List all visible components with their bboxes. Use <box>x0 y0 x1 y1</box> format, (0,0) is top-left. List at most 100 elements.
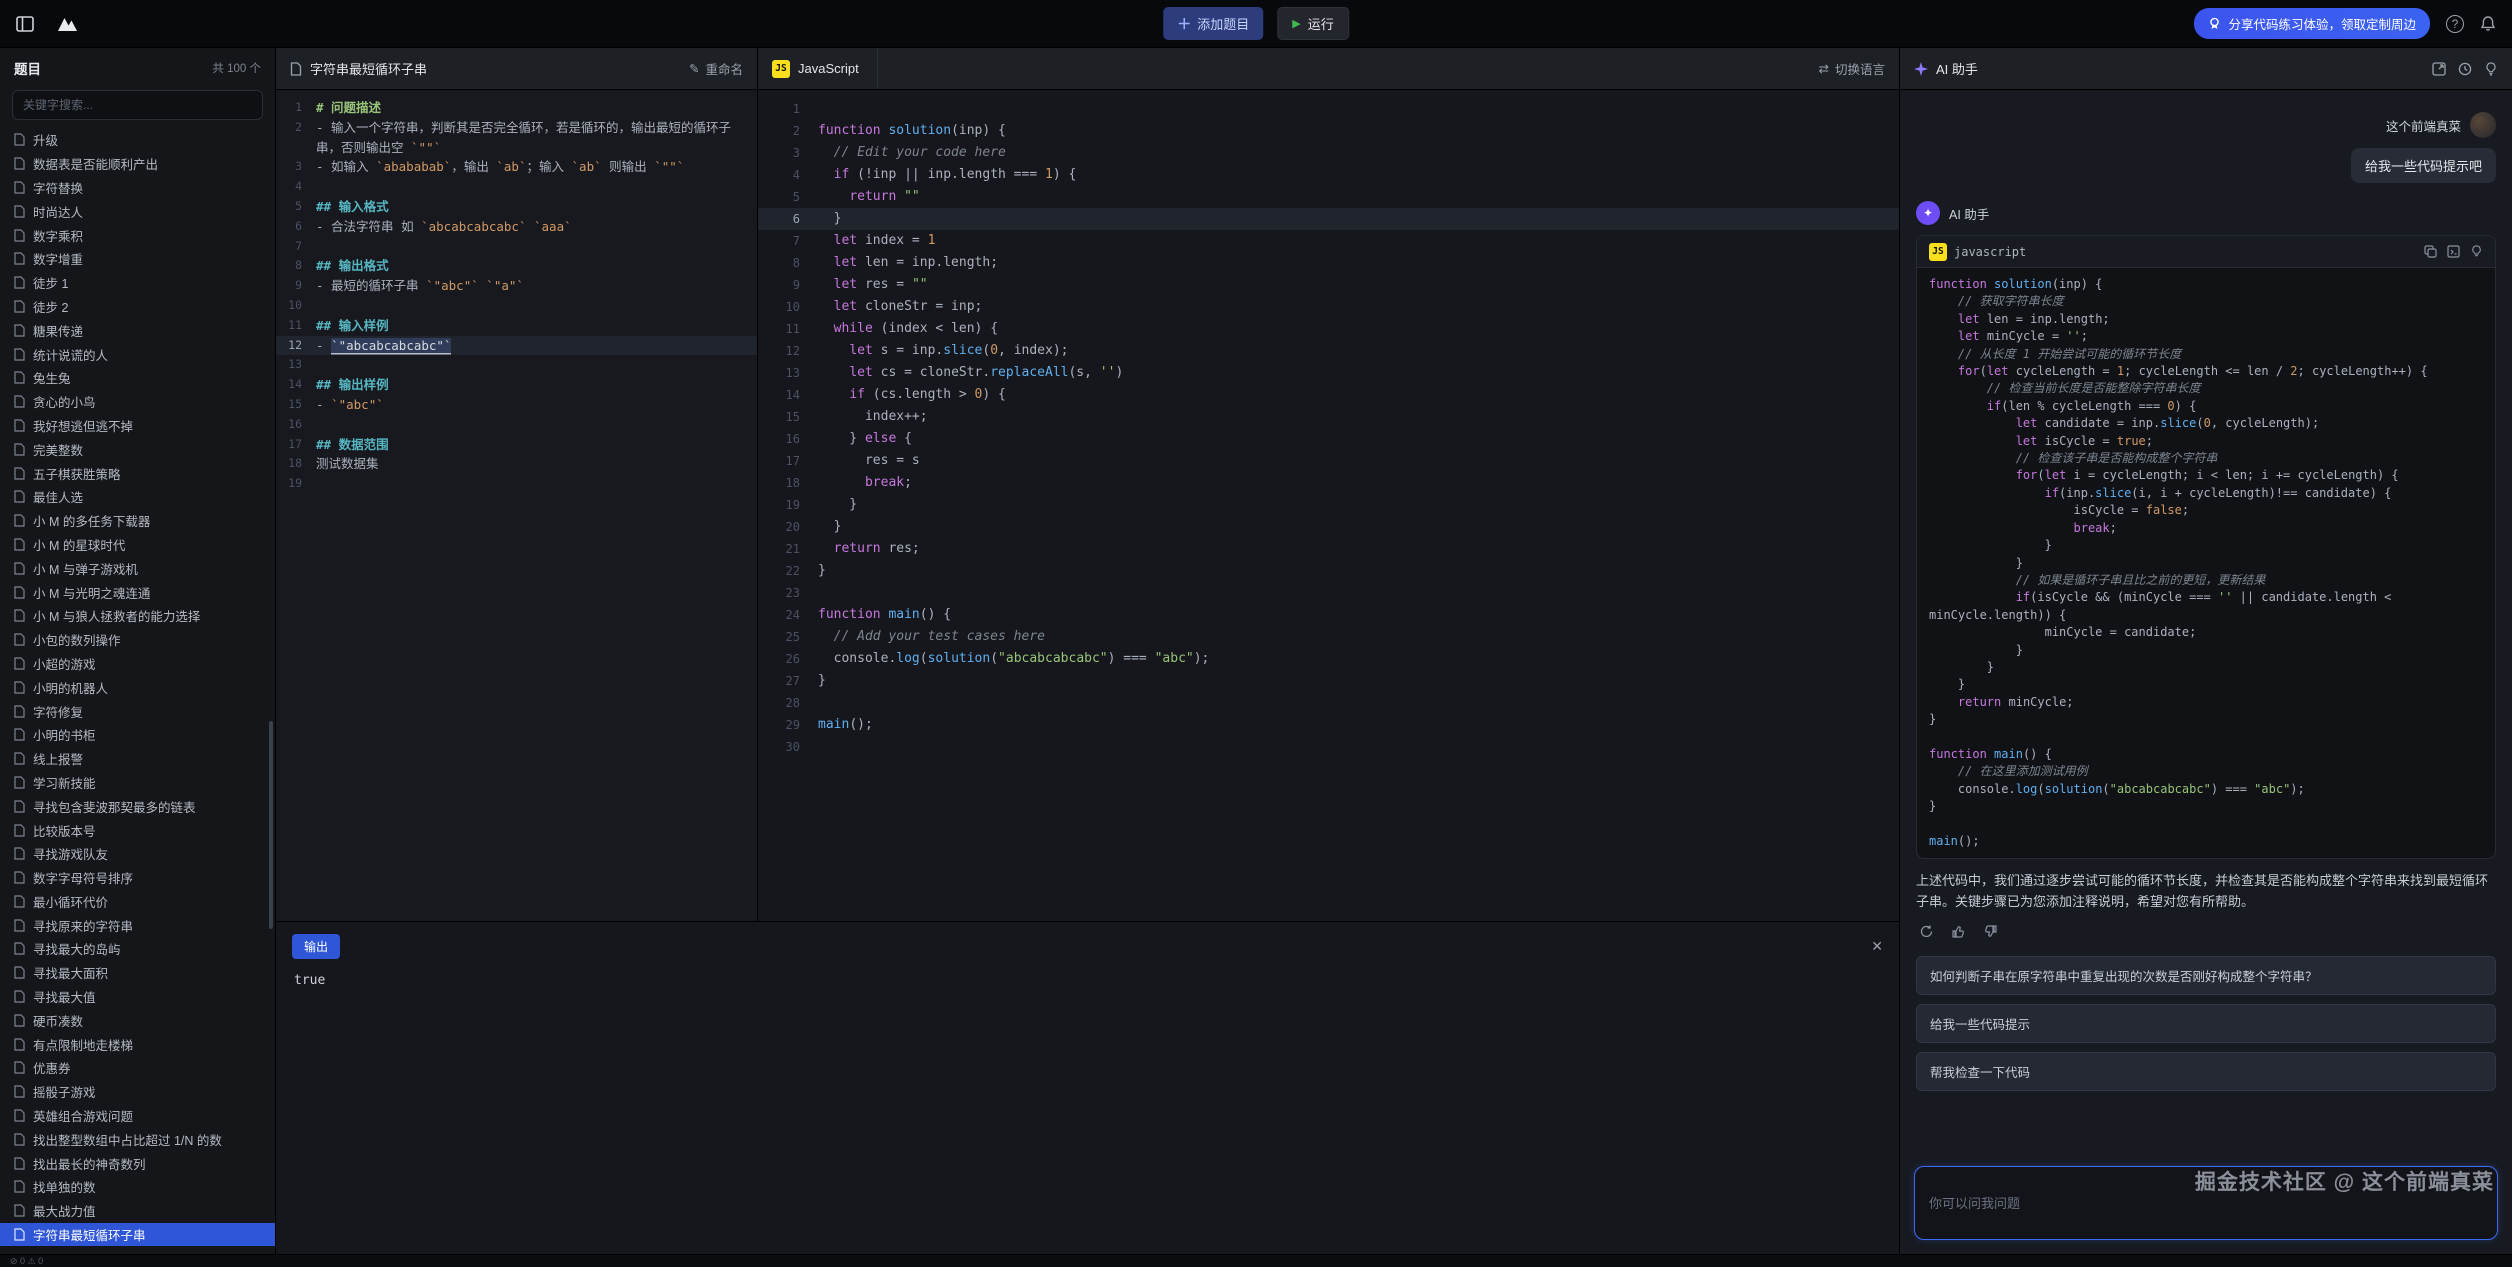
switch-language-button[interactable]: ⇄ 切换语言 <box>1819 59 1886 78</box>
document-icon <box>14 586 25 599</box>
sidebar-item[interactable]: 小明的机器人 <box>0 675 275 699</box>
sidebar-item[interactable]: 字符修复 <box>0 699 275 723</box>
sidebar-item[interactable]: 优惠券 <box>0 1056 275 1080</box>
problem-body[interactable]: 1# 问题描述2- 输入一个字符串，判断其是否完全循环，若是循环的，输出最短的循… <box>276 90 757 921</box>
insert-code-icon[interactable] <box>2447 245 2460 258</box>
sidebar-item[interactable]: 找出最长的神奇数列 <box>0 1151 275 1175</box>
sidebar-item[interactable]: 线上报警 <box>0 747 275 771</box>
editor-body[interactable]: 1 2function solution(inp) {3 // Edit you… <box>758 90 1899 921</box>
expand-icon[interactable] <box>2432 62 2446 76</box>
sidebar-item[interactable]: 贪心的小鸟 <box>0 390 275 414</box>
suggestion-button[interactable]: 如何判断子串在原字符串中重复出现的次数是否刚好构成整个字符串？ <box>1916 956 2496 995</box>
sidebar-item[interactable]: 小 M 的星球时代 <box>0 533 275 557</box>
sidebar-item[interactable]: 寻找游戏队友 <box>0 842 275 866</box>
sidebar-item[interactable]: 摇骰子游戏 <box>0 1080 275 1104</box>
sidebar-item[interactable]: 徒步 1 <box>0 271 275 295</box>
bulb-icon[interactable] <box>2470 245 2483 258</box>
document-icon <box>14 1014 25 1027</box>
sidebar-item[interactable]: 寻找最大值 <box>0 985 275 1009</box>
app-logo-icon[interactable] <box>56 15 80 33</box>
history-icon[interactable] <box>2458 62 2472 76</box>
sidebar-item[interactable]: 徒步 2 <box>0 295 275 319</box>
code-line: // 在这里添加测试用例 <box>1929 763 2483 780</box>
sidebar-item[interactable]: 小 M 与弹子游戏机 <box>0 556 275 580</box>
document-icon <box>14 752 25 765</box>
line-number: 1 <box>276 98 316 118</box>
run-label: 运行 <box>1308 14 1334 33</box>
sidebar-item[interactable]: 五子棋获胜策略 <box>0 461 275 485</box>
sidebar-item[interactable]: 小 M 与狼人拯救者的能力选择 <box>0 604 275 628</box>
close-output-icon[interactable]: ✕ <box>1871 938 1883 955</box>
sidebar-item[interactable]: 寻找原来的字符串 <box>0 913 275 937</box>
code-line: 1 <box>758 98 1899 120</box>
document-icon <box>14 847 25 860</box>
ai-question-input[interactable] <box>1914 1166 2498 1240</box>
promo-banner[interactable]: 分享代码练习体验，领取定制周边 <box>2194 8 2430 39</box>
sidebar-item[interactable]: 小明的书柜 <box>0 723 275 747</box>
sidebar-item-label: 小 M 与狼人拯救者的能力选择 <box>33 606 200 625</box>
run-button[interactable]: ▶ 运行 <box>1277 7 1348 40</box>
line-number: 22 <box>758 560 818 582</box>
sidebar-toggle-icon[interactable] <box>16 16 34 32</box>
sidebar-item[interactable]: 最小循环代价 <box>0 890 275 914</box>
sidebar-item[interactable]: 英雄组合游戏问题 <box>0 1104 275 1128</box>
rename-label: 重命名 <box>705 59 743 78</box>
sidebar-item[interactable]: 小 M 与光明之魂连通 <box>0 580 275 604</box>
sidebar-scrollbar[interactable] <box>269 721 273 929</box>
regenerate-icon[interactable] <box>1916 922 1936 942</box>
line-number: 13 <box>276 355 316 375</box>
play-icon: ▶ <box>1292 17 1300 30</box>
sidebar-item[interactable]: 找出整型数组中占比超过 1/N 的数 <box>0 1127 275 1151</box>
sidebar-item-label: 我好想逃但逃不掉 <box>33 416 133 435</box>
sidebar-item[interactable]: 小超的游戏 <box>0 652 275 676</box>
sidebar-item[interactable]: 兔生兔 <box>0 366 275 390</box>
sidebar-item[interactable]: 寻找最大的岛屿 <box>0 937 275 961</box>
sidebar-item-label: 硬币凑数 <box>33 1011 83 1030</box>
copy-icon[interactable] <box>2424 245 2437 258</box>
sidebar-item[interactable]: 时尚达人 <box>0 199 275 223</box>
line-number: 10 <box>758 296 818 318</box>
sidebar-item[interactable]: 数据表是否能顺利产出 <box>0 152 275 176</box>
sidebar-item[interactable]: 小包的数列操作 <box>0 628 275 652</box>
suggestion-button[interactable]: 帮我检查一下代码 <box>1916 1052 2496 1091</box>
sidebar-item[interactable]: 硬币凑数 <box>0 1008 275 1032</box>
help-icon[interactable]: ? <box>2446 15 2464 33</box>
document-icon <box>14 443 25 456</box>
sidebar-item[interactable]: 最大战力值 <box>0 1199 275 1223</box>
sidebar-item[interactable]: 数字乘积 <box>0 223 275 247</box>
sidebar-item[interactable]: 找单独的数 <box>0 1175 275 1199</box>
search-input[interactable] <box>12 90 263 120</box>
code-line: if(inp.slice(i, i + cycleLength)!== cand… <box>1929 485 2483 502</box>
sidebar-item[interactable]: 小 M 的多任务下载器 <box>0 509 275 533</box>
sidebar-item[interactable]: 统计说谎的人 <box>0 342 275 366</box>
sidebar-item[interactable]: 比较版本号 <box>0 818 275 842</box>
sidebar-item[interactable]: 数字字母符号排序 <box>0 866 275 890</box>
document-icon <box>14 371 25 384</box>
document-icon <box>14 919 25 932</box>
code-line: let candidate = inp.slice(0, cycleLength… <box>1929 415 2483 432</box>
sidebar-item[interactable]: 寻找最大面积 <box>0 961 275 985</box>
sidebar-item[interactable]: 最佳人选 <box>0 485 275 509</box>
sidebar-item[interactable]: 寻找包含斐波那契最多的链表 <box>0 794 275 818</box>
line-number: 9 <box>276 276 316 296</box>
sidebar-item[interactable]: 字符串最短循环子串 <box>0 1223 275 1247</box>
sidebar-item[interactable]: 我好想逃但逃不掉 <box>0 414 275 438</box>
bell-icon[interactable] <box>2480 15 2496 32</box>
suggestion-button[interactable]: 给我一些代码提示 <box>1916 1004 2496 1043</box>
add-problem-button[interactable]: ＋ 添加题目 <box>1163 7 1263 40</box>
sidebar-item[interactable]: 完美整数 <box>0 437 275 461</box>
sidebar-item-label: 小 M 与光明之魂连通 <box>33 583 150 602</box>
sidebar-item[interactable]: 有点限制地走楼梯 <box>0 1032 275 1056</box>
thumbs-up-icon[interactable] <box>1948 922 1968 942</box>
tab-javascript[interactable]: JS JavaScript <box>772 48 878 89</box>
rename-button[interactable]: ✎ 重命名 <box>689 59 743 78</box>
lightbulb-icon[interactable] <box>2484 62 2498 76</box>
sidebar-item[interactable]: 字符替换 <box>0 176 275 200</box>
sidebar-item-label: 最小循环代价 <box>33 892 108 911</box>
sidebar-item[interactable]: 升级 <box>0 128 275 152</box>
sidebar-item[interactable]: 学习新技能 <box>0 771 275 795</box>
sidebar-item[interactable]: 糖果传递 <box>0 318 275 342</box>
code-line: 5## 输入格式 <box>276 197 757 217</box>
sidebar-item[interactable]: 数字增重 <box>0 247 275 271</box>
thumbs-down-icon[interactable] <box>1980 922 2000 942</box>
